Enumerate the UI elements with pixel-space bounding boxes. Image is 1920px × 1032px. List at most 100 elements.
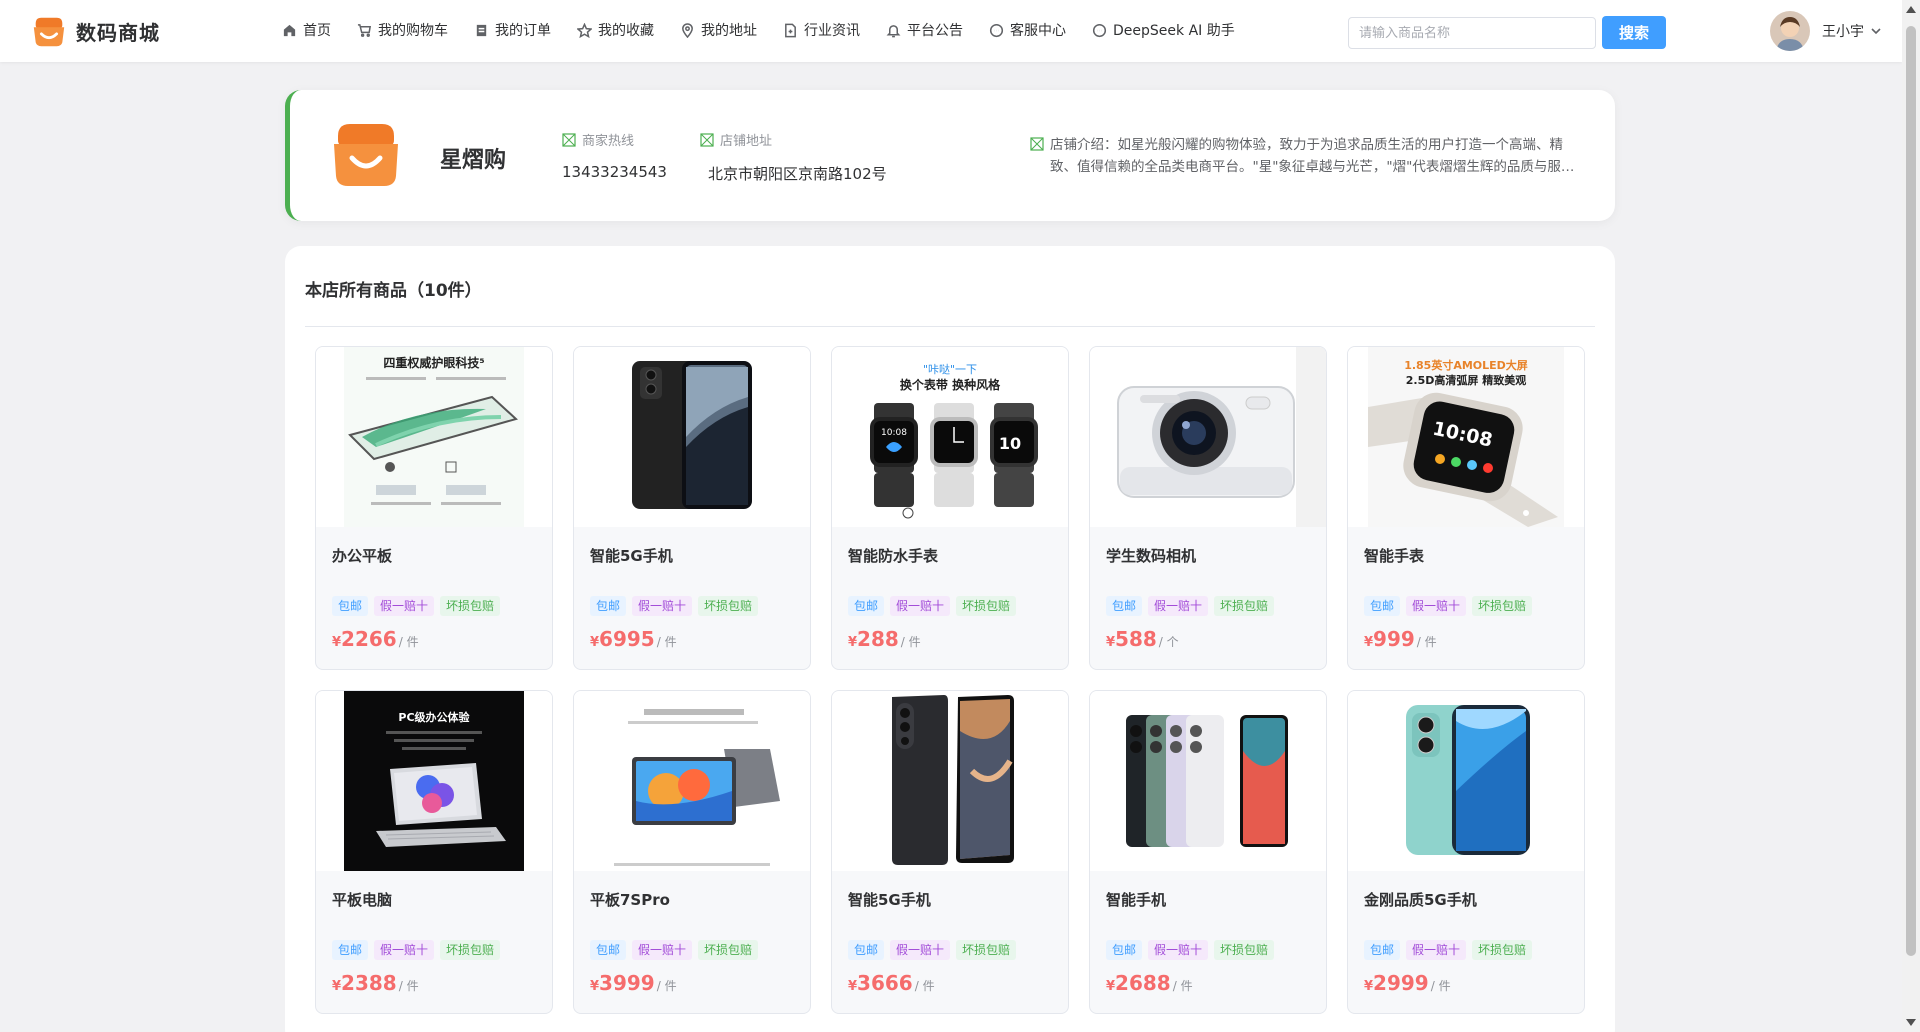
svg-text:10:08: 10:08 (881, 428, 907, 438)
nav-announcements[interactable]: 平台公告 (886, 20, 963, 40)
tag-authentic: 假一赔十 (632, 940, 693, 960)
tag-damage-guarantee: 坏损包赔 (440, 940, 501, 960)
product-price: ¥2266/ 件 (332, 627, 419, 651)
product-name[interactable]: 金刚品质5G手机 (1364, 889, 1477, 910)
bell-icon (886, 24, 901, 37)
broken-image-icon (562, 132, 576, 147)
search-button[interactable]: 搜索 (1602, 16, 1666, 49)
product-name[interactable]: 办公平板 (332, 545, 392, 566)
product-card[interactable]: 学生数码相机 包邮 假一赔十 坏损包赔 ¥588/ 个 (1089, 346, 1327, 670)
shop-logo-icon (33, 17, 65, 47)
product-image[interactable] (1090, 691, 1326, 871)
product-image[interactable] (574, 347, 810, 527)
product-card[interactable]: 智能5G手机 包邮 假一赔十 坏损包赔 ¥6995/ 件 (573, 346, 811, 670)
tag-authentic: 假一赔十 (1406, 940, 1467, 960)
avatar[interactable] (1770, 11, 1810, 51)
product-name[interactable]: 智能防水手表 (848, 545, 938, 566)
product-name[interactable]: 平板7SPro (590, 889, 670, 910)
scroll-thumb[interactable] (1906, 26, 1916, 956)
product-price: ¥2388/ 件 (332, 971, 419, 995)
product-tags: 包邮 假一赔十 坏损包赔 (1106, 596, 1280, 616)
search-input[interactable] (1348, 17, 1596, 49)
tag-free-shipping: 包邮 (1106, 940, 1143, 960)
product-price: ¥588/ 个 (1106, 627, 1179, 651)
product-name[interactable]: 平板电脑 (332, 889, 392, 910)
nav-label: 行业资讯 (804, 23, 860, 39)
broken-image-icon (700, 132, 714, 147)
nav-cart[interactable]: 我的购物车 (357, 20, 448, 40)
tag-damage-guarantee: 坏损包赔 (956, 596, 1017, 616)
intro-text: 店铺介绍：如星光般闪耀的购物体验，致力于为追求品质生活的用户打造一个高端、精致、… (1050, 137, 1563, 175)
tag-authentic: 假一赔十 (890, 596, 951, 616)
tag-damage-guarantee: 坏损包赔 (698, 940, 759, 960)
tag-authentic: 假一赔十 (890, 940, 951, 960)
tag-authentic: 假一赔十 (374, 940, 435, 960)
page-scrollbar[interactable] (1902, 0, 1920, 1032)
product-name[interactable]: 智能手机 (1106, 889, 1166, 910)
product-image[interactable]: "咔哒"一下 换个表带 换种风格 10:08 10 (832, 347, 1068, 527)
nav-news[interactable]: 行业资讯 (783, 20, 860, 40)
product-tags: 包邮 假一赔十 坏损包赔 (1364, 940, 1538, 960)
store-logo (334, 124, 398, 186)
tag-authentic: 假一赔十 (374, 596, 435, 616)
product-name[interactable]: 智能5G手机 (590, 545, 673, 566)
product-grid: 四重权威护眼科技⁵ 办公平板 包邮 假一赔十 坏损包赔 ¥2266/ 件 智能5… (315, 346, 1585, 1014)
product-image[interactable]: 四重权威护眼科技⁵ (316, 347, 552, 527)
scroll-down-arrow[interactable] (1906, 1019, 1916, 1026)
product-card[interactable]: 智能5G手机 包邮 假一赔十 坏损包赔 ¥3666/ 件 (831, 690, 1069, 1014)
address-label: 店铺地址 (720, 134, 773, 149)
product-card[interactable]: 金刚品质5G手机 包邮 假一赔十 坏损包赔 ¥2999/ 件 (1347, 690, 1585, 1014)
product-name[interactable]: 学生数码相机 (1106, 545, 1196, 566)
product-image[interactable] (1090, 347, 1326, 527)
product-price: ¥288/ 件 (848, 627, 921, 651)
product-card[interactable]: PC级办公体验 平板电脑 包邮 假一赔十 坏损包赔 ¥2388/ 件 (315, 690, 553, 1014)
chat-icon (989, 23, 1004, 37)
tag-damage-guarantee: 坏损包赔 (1214, 596, 1275, 616)
product-tags: 包邮 假一赔十 坏损包赔 (848, 940, 1022, 960)
svg-text:PC级办公体验: PC级办公体验 (398, 710, 470, 724)
product-image[interactable]: PC级办公体验 (316, 691, 552, 871)
nav-address[interactable]: 我的地址 (680, 20, 757, 40)
product-image[interactable] (832, 691, 1068, 871)
product-price: ¥999/ 件 (1364, 627, 1437, 651)
product-card[interactable]: "咔哒"一下 换个表带 换种风格 10:08 10 智能防水手表 包邮 假一赔十… (831, 346, 1069, 670)
product-card[interactable]: 四重权威护眼科技⁵ 办公平板 包邮 假一赔十 坏损包赔 ¥2266/ 件 (315, 346, 553, 670)
svg-text:10: 10 (999, 434, 1021, 453)
nav-label: 我的购物车 (378, 23, 448, 39)
chat-icon (1092, 23, 1107, 37)
product-card[interactable]: 1.85英寸AMOLED大屏 2.5D高清弧屏 精致美观 10:08 智能手表 … (1347, 346, 1585, 670)
document-icon (785, 23, 796, 37)
product-tags: 包邮 假一赔十 坏损包赔 (1106, 940, 1280, 960)
nav-favorites[interactable]: 我的收藏 (577, 20, 654, 40)
product-image[interactable] (574, 691, 810, 871)
home-icon (283, 24, 296, 36)
product-price: ¥2688/ 件 (1106, 971, 1193, 995)
hotline-value: 13433234543 (562, 163, 667, 181)
location-icon (682, 22, 693, 38)
user-menu[interactable]: 王小宇 (1770, 11, 1882, 51)
brand-logo[interactable]: 数码商城 (30, 12, 160, 50)
product-name[interactable]: 智能手表 (1364, 545, 1424, 566)
nav-service[interactable]: 客服中心 (989, 20, 1066, 40)
nav-label: 我的地址 (701, 23, 757, 39)
nav-home[interactable]: 首页 (282, 20, 331, 40)
scroll-up-arrow[interactable] (1906, 6, 1916, 13)
product-name[interactable]: 智能5G手机 (848, 889, 931, 910)
address-value: 北京市朝阳区京南路102号 (708, 165, 887, 183)
top-header: 数码商城 首页 我的购物车 我的订单 我的收藏 我的地址 行业资讯 平台公告 客… (0, 0, 1902, 62)
nav-ai-assistant[interactable]: DeepSeek AI 助手 (1092, 20, 1235, 40)
user-name: 王小宇 (1822, 24, 1864, 40)
product-image[interactable] (1348, 691, 1584, 871)
product-image[interactable]: 1.85英寸AMOLED大屏 2.5D高清弧屏 精致美观 10:08 (1348, 347, 1584, 527)
tag-free-shipping: 包邮 (848, 596, 885, 616)
nav-orders[interactable]: 我的订单 (474, 20, 551, 40)
hotline-label: 商家热线 (582, 134, 635, 149)
section-title: 本店所有商品（10件） (305, 281, 482, 301)
product-card[interactable]: 平板7SPro 包邮 假一赔十 坏损包赔 ¥3999/ 件 (573, 690, 811, 1014)
product-tags: 包邮 假一赔十 坏损包赔 (332, 940, 506, 960)
product-tags: 包邮 假一赔十 坏损包赔 (1364, 596, 1538, 616)
main-nav: 首页 我的购物车 我的订单 我的收藏 我的地址 行业资讯 平台公告 客服中心 D… (282, 20, 1261, 40)
product-card[interactable]: 智能手机 包邮 假一赔十 坏损包赔 ¥2688/ 件 (1089, 690, 1327, 1014)
tag-damage-guarantee: 坏损包赔 (698, 596, 759, 616)
tag-damage-guarantee: 坏损包赔 (1472, 940, 1533, 960)
